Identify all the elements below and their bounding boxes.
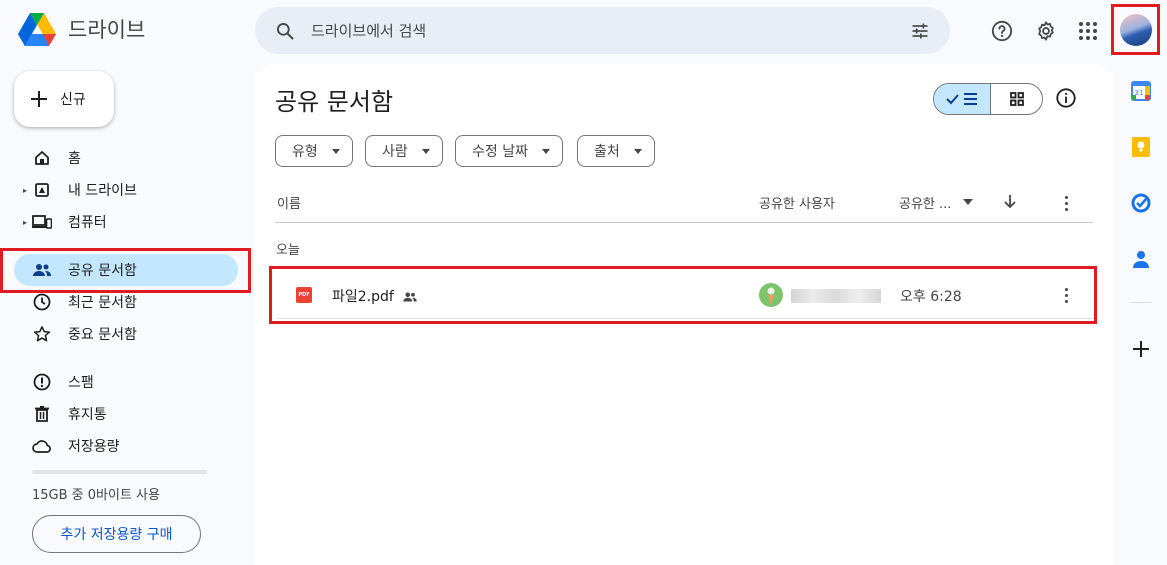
filter-people-chip[interactable]: 사람	[365, 135, 443, 167]
plus-icon	[1133, 341, 1149, 357]
trash-icon	[30, 404, 54, 424]
filter-modified-label: 수정 날짜	[472, 144, 528, 160]
list-view-button[interactable]	[934, 84, 991, 114]
filter-modified-chip[interactable]: 수정 날짜	[455, 135, 563, 167]
drive-logo[interactable]: 드라이브	[18, 12, 145, 46]
sidebar-item-label: 공유 문서함	[68, 263, 137, 279]
expand-caret-icon[interactable]: ▸	[20, 186, 30, 195]
grid-view-icon	[1009, 92, 1024, 106]
settings-button[interactable]	[1026, 11, 1066, 51]
check-list-icon	[946, 93, 977, 105]
sort-dropdown-icon[interactable]	[963, 199, 973, 205]
search-bar[interactable]: 드라이브에서 검색	[255, 7, 950, 54]
filter-type-chip[interactable]: 유형	[275, 135, 353, 167]
expand-caret-icon[interactable]: ▸	[20, 218, 30, 227]
rail-divider	[1131, 302, 1151, 303]
header-divider	[275, 222, 1093, 223]
sidebar-item-label: 컴퓨터	[68, 215, 107, 231]
filter-type-label: 유형	[292, 144, 318, 160]
keep-app-icon[interactable]	[1130, 136, 1152, 158]
sort-direction-button[interactable]	[1002, 193, 1018, 213]
filter-source-label: 출처	[594, 144, 620, 160]
storage-usage-text: 15GB 중 0바이트 사용	[32, 488, 160, 503]
help-button[interactable]	[982, 11, 1022, 51]
search-options-icon[interactable]	[908, 19, 932, 43]
sidebar-item-label: 휴지통	[68, 407, 107, 423]
sidebar-item-label: 최근 문서함	[68, 295, 137, 311]
account-avatar-highlight[interactable]	[1111, 4, 1160, 55]
gear-icon	[1038, 21, 1054, 41]
column-header-name[interactable]: 이름	[277, 193, 301, 212]
computer-icon	[30, 212, 54, 232]
sidebar-item-shared-with-me[interactable]: 공유 문서함	[14, 254, 238, 286]
sidebar-item-spam[interactable]: 스팸	[14, 366, 238, 398]
column-header-shared-date[interactable]: 공유한 ...	[899, 193, 951, 212]
dropdown-arrow-icon	[633, 148, 642, 154]
sidebar-item-computers[interactable]: ▸ 컴퓨터	[14, 206, 238, 238]
storage-usage-bar	[32, 470, 207, 474]
tasks-app-icon[interactable]	[1130, 192, 1152, 214]
apps-button[interactable]	[1068, 11, 1108, 51]
avatar[interactable]	[1119, 13, 1152, 46]
search-input[interactable]: 드라이브에서 검색	[311, 20, 908, 41]
search-icon[interactable]	[273, 19, 297, 43]
view-toggle[interactable]	[933, 83, 1043, 115]
sharer-name-redacted	[791, 289, 881, 303]
file-name[interactable]: 파일2.pdf	[332, 286, 394, 306]
sidebar-item-label: 저장용량	[68, 439, 120, 455]
page-title: 공유 문서함	[275, 88, 394, 116]
new-button[interactable]: 신규	[14, 71, 114, 127]
sidebar-item-recent[interactable]: 최근 문서함	[14, 286, 238, 318]
filter-source-chip[interactable]: 출처	[577, 135, 655, 167]
arrow-down-icon	[1004, 195, 1016, 209]
shared-people-icon	[402, 288, 418, 307]
group-label-today: 오늘	[276, 243, 300, 258]
row-more-actions-icon[interactable]	[1054, 283, 1078, 307]
new-button-label: 신규	[60, 92, 86, 108]
svg-text:31: 31	[1135, 89, 1144, 97]
spam-icon	[30, 372, 54, 392]
grid-view-button[interactable]	[991, 84, 1042, 114]
dropdown-arrow-icon	[331, 148, 340, 154]
sidebar-item-label: 홈	[68, 151, 81, 167]
info-icon	[1056, 88, 1076, 108]
filter-people-label: 사람	[382, 144, 408, 160]
app-name: 드라이브	[68, 18, 146, 42]
drive-logo-icon	[18, 13, 56, 46]
star-icon	[30, 324, 54, 344]
add-app-button[interactable]	[1130, 338, 1152, 360]
details-button[interactable]	[1055, 87, 1077, 113]
pdf-file-icon: PDF	[296, 287, 312, 303]
column-options-more-icon[interactable]	[1054, 191, 1078, 215]
apps-grid-icon	[1079, 22, 1097, 40]
clock-icon	[30, 292, 54, 312]
help-icon	[991, 20, 1013, 42]
plus-icon	[31, 91, 47, 107]
column-header-sharer: 공유한 사용자	[759, 197, 835, 212]
sidebar-item-home[interactable]: 홈	[14, 142, 238, 174]
sidebar-item-my-drive[interactable]: ▸ 내 드라이브	[14, 174, 238, 206]
cloud-icon	[30, 436, 54, 456]
sidebar-item-storage[interactable]: 저장용량	[14, 430, 238, 462]
sidebar-item-label: 중요 문서함	[68, 327, 137, 343]
shared-time: 오후 6:28	[900, 289, 962, 305]
sidebar-item-label: 내 드라이브	[68, 183, 137, 199]
contacts-app-icon[interactable]	[1130, 248, 1152, 270]
row-divider	[278, 318, 1093, 319]
sharer-avatar[interactable]	[759, 283, 783, 307]
dropdown-arrow-icon	[421, 148, 430, 154]
calendar-app-icon[interactable]: 31	[1130, 80, 1152, 102]
dropdown-arrow-icon	[541, 148, 550, 154]
shared-people-icon	[30, 260, 54, 280]
sidebar-item-label: 스팸	[68, 375, 94, 391]
my-drive-icon	[30, 180, 54, 200]
buy-storage-button[interactable]: 추가 저장용량 구매	[32, 515, 201, 553]
sidebar-item-trash[interactable]: 휴지통	[14, 398, 238, 430]
home-icon	[30, 148, 54, 168]
sidebar-item-starred[interactable]: 중요 문서함	[14, 318, 238, 350]
